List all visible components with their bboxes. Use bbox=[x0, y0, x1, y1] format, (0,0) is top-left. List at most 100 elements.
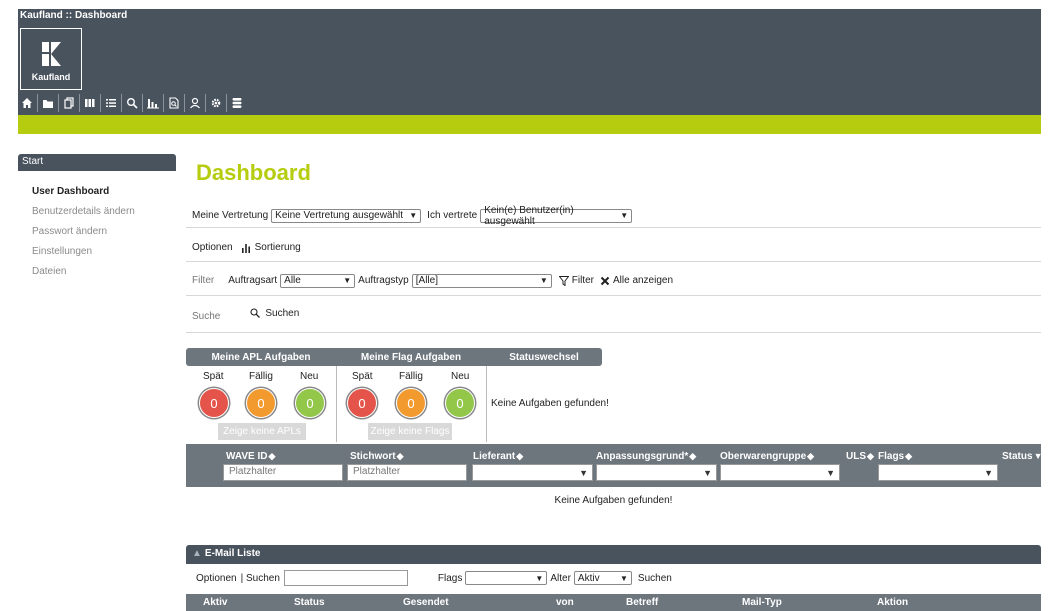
toolbar-divider bbox=[184, 94, 185, 112]
sidebar-item-passwort[interactable]: Passwort ändern bbox=[32, 226, 107, 237]
col-stichwort[interactable]: Stichwort◆ bbox=[350, 451, 403, 462]
col-flags[interactable]: Flags◆ bbox=[878, 451, 912, 462]
search-icon bbox=[250, 308, 261, 318]
document-search-icon[interactable] bbox=[165, 93, 183, 113]
col-uls[interactable]: ULS◆ bbox=[846, 451, 874, 462]
mail-col-mail-typ[interactable]: Mail-Typ bbox=[742, 597, 782, 608]
anpassungsgrund-select[interactable]: ▼ bbox=[596, 464, 717, 481]
lieferant-select[interactable]: ▼ bbox=[472, 464, 593, 481]
close-icon bbox=[600, 276, 610, 285]
copy-icon[interactable] bbox=[60, 93, 78, 113]
mail-table-header: Aktiv Status Gesendet von Betreff Mail-T… bbox=[186, 594, 1041, 611]
sort-button[interactable]: Sortierung bbox=[241, 242, 301, 253]
mail-list-title: E-Mail Liste bbox=[204, 548, 261, 559]
apl-neu-count[interactable]: 0 bbox=[295, 388, 325, 418]
toolbar-divider bbox=[163, 94, 164, 112]
sort-icon: ▼ bbox=[1033, 451, 1043, 461]
user-icon[interactable] bbox=[186, 93, 204, 113]
mail-alter-value: Aktiv bbox=[577, 572, 600, 584]
col-anpassungsgrund-label: Anpassungsgrund* bbox=[596, 451, 689, 462]
bar-chart-icon[interactable] bbox=[144, 93, 162, 113]
wave-id-input[interactable]: Platzhalter bbox=[223, 464, 343, 481]
sort-icon bbox=[241, 243, 250, 253]
auftragstyp-select[interactable]: [Alle] ▼ bbox=[411, 273, 552, 288]
show-no-apls-button[interactable]: Zeige keine APLs bbox=[218, 423, 306, 440]
col-oberwarengruppe[interactable]: Oberwarengruppe◆ bbox=[720, 451, 814, 462]
mail-col-aktiv[interactable]: Aktiv bbox=[203, 597, 227, 608]
toolbar bbox=[18, 93, 247, 115]
page-title: Dashboard bbox=[196, 160, 311, 185]
search-button[interactable]: Suchen bbox=[250, 308, 299, 319]
vertretung-row: Meine Vertretung Keine Vertretung ausgew… bbox=[186, 204, 1041, 228]
col-lieferant[interactable]: Lieferant◆ bbox=[473, 451, 523, 462]
mail-alter-select[interactable]: Aktiv ▼ bbox=[573, 571, 632, 585]
gear-icon[interactable] bbox=[207, 93, 225, 113]
mail-search-button[interactable]: Suchen bbox=[638, 573, 672, 584]
apl-neu-label: Neu bbox=[300, 371, 319, 382]
col-wave-id[interactable]: WAVE ID◆ bbox=[226, 451, 275, 462]
database-icon[interactable] bbox=[228, 93, 246, 113]
chevron-down-icon: ▼ bbox=[539, 276, 548, 285]
book-icon[interactable] bbox=[81, 93, 99, 113]
auftragsart-value: Alle bbox=[284, 275, 301, 286]
oberwarengruppe-select[interactable]: ▼ bbox=[720, 464, 840, 481]
col-uls-label: ULS bbox=[846, 451, 866, 462]
show-all-button[interactable]: Alle anzeigen bbox=[600, 275, 673, 286]
tab-statuswechsel[interactable]: Statuswechsel bbox=[486, 348, 602, 366]
flag-faellig-count[interactable]: 0 bbox=[396, 388, 426, 418]
tab-apl-aufgaben[interactable]: Meine APL Aufgaben bbox=[186, 348, 336, 366]
show-all-label: Alle anzeigen bbox=[612, 275, 674, 286]
apl-faellig-count[interactable]: 0 bbox=[246, 388, 276, 418]
home-icon[interactable] bbox=[18, 93, 36, 113]
show-no-flags-button[interactable]: Zeige keine Flags bbox=[368, 423, 452, 440]
col-anpassungsgrund[interactable]: Anpassungsgrund*◆ bbox=[596, 451, 696, 462]
sidebar-heading[interactable]: Start bbox=[18, 154, 176, 171]
mail-col-betreff[interactable]: Betreff bbox=[626, 597, 658, 608]
status-empty-text: Keine Aufgaben gefunden! bbox=[491, 398, 609, 409]
collapse-icon[interactable]: ▲ bbox=[192, 548, 202, 559]
col-status[interactable]: Status▼ bbox=[1002, 451, 1042, 462]
col-lieferant-label: Lieferant bbox=[473, 451, 516, 462]
apl-faellig-label: Fällig bbox=[249, 371, 273, 382]
folder-icon[interactable] bbox=[39, 93, 57, 113]
vertretung-value: Keine Vertretung ausgewählt bbox=[275, 210, 404, 221]
toolbar-divider bbox=[37, 94, 38, 112]
mail-col-status[interactable]: Status bbox=[294, 597, 325, 608]
mail-col-von[interactable]: von bbox=[556, 597, 574, 608]
options-label: Optionen bbox=[192, 242, 233, 253]
list-icon[interactable] bbox=[102, 93, 120, 113]
auftragsart-select[interactable]: Alle ▼ bbox=[280, 273, 356, 288]
chevron-down-icon: ▼ bbox=[343, 276, 352, 285]
vertretung-select[interactable]: Keine Vertretung ausgewählt ▼ bbox=[271, 208, 422, 223]
auftragstyp-value: [Alle] bbox=[415, 275, 438, 286]
sidebar-item-dateien[interactable]: Dateien bbox=[32, 266, 66, 277]
logo-text: Kaufland bbox=[31, 72, 71, 82]
sidebar-item-user-dashboard[interactable]: User Dashboard bbox=[32, 186, 109, 197]
flags-select[interactable]: ▼ bbox=[878, 464, 998, 481]
mail-col-aktion[interactable]: Aktion bbox=[877, 597, 908, 608]
wave-table-header: WAVE ID◆ Stichwort◆ Lieferant◆ Anpassung… bbox=[186, 444, 1042, 487]
search-icon[interactable] bbox=[123, 93, 141, 113]
filter-label: Filter bbox=[192, 275, 215, 286]
mail-search-input[interactable] bbox=[283, 570, 408, 586]
stichwort-input[interactable]: Platzhalter bbox=[347, 464, 467, 481]
sort-label: Sortierung bbox=[254, 242, 301, 253]
mail-col-gesendet[interactable]: Gesendet bbox=[403, 597, 449, 608]
tab-flag-aufgaben[interactable]: Meine Flag Aufgaben bbox=[336, 348, 486, 366]
filter-button[interactable]: Filter bbox=[558, 275, 594, 286]
apl-spaet-count[interactable]: 0 bbox=[199, 388, 229, 418]
mail-list-header[interactable]: ▲ E-Mail Liste bbox=[186, 545, 1041, 564]
header-bar: Kaufland :: Dashboard Kaufland bbox=[18, 9, 1041, 115]
sidebar-item-benutzerdetails[interactable]: Benutzerdetails ändern bbox=[32, 206, 135, 217]
mail-alter-label: Alter bbox=[550, 572, 571, 584]
mail-flags-label: Flags bbox=[437, 572, 463, 584]
col-status-label: Status bbox=[1002, 451, 1033, 462]
sort-icon: ◆ bbox=[689, 451, 697, 461]
flag-neu-count[interactable]: 0 bbox=[445, 388, 475, 418]
mail-flags-select[interactable]: ▼ bbox=[465, 571, 548, 585]
sidebar-item-einstellungen[interactable]: Einstellungen bbox=[32, 246, 92, 257]
flag-faellig-label: Fällig bbox=[399, 371, 423, 382]
ich-vertrete-select[interactable]: Kein(e) Benutzer(in) ausgewählt ▼ bbox=[480, 205, 633, 227]
flag-spaet-count[interactable]: 0 bbox=[347, 388, 377, 418]
kaufland-logo[interactable]: Kaufland bbox=[20, 28, 82, 90]
